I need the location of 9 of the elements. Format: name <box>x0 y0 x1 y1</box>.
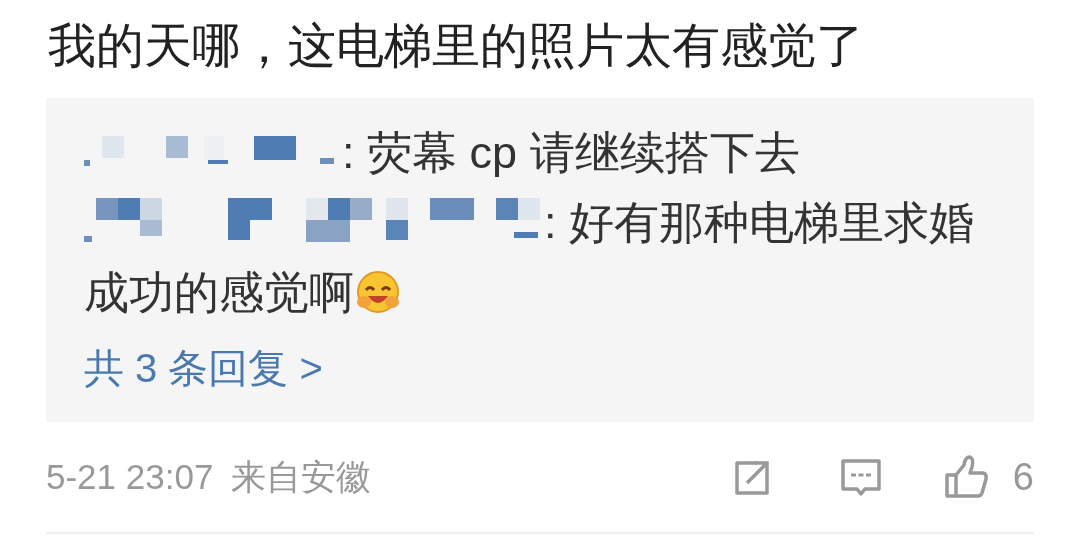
reply-text: : 好有那种电梯里求婚 <box>544 197 974 248</box>
thumbs-up-icon[interactable] <box>942 453 991 501</box>
reply-text: 成功的感觉啊 <box>84 267 354 318</box>
like-count: 6 <box>1012 454 1034 500</box>
timestamp: 5-21 23:07 <box>46 455 214 498</box>
comment-text: 我的天哪，这电梯里的照片太有感觉了 <box>47 18 865 74</box>
reply-text: : 荧幕 cp 请继续搭下去 <box>342 127 800 178</box>
more-replies-link[interactable]: 共 3 条回复 > <box>84 332 323 404</box>
location-text: 来自安徽 <box>231 455 372 498</box>
